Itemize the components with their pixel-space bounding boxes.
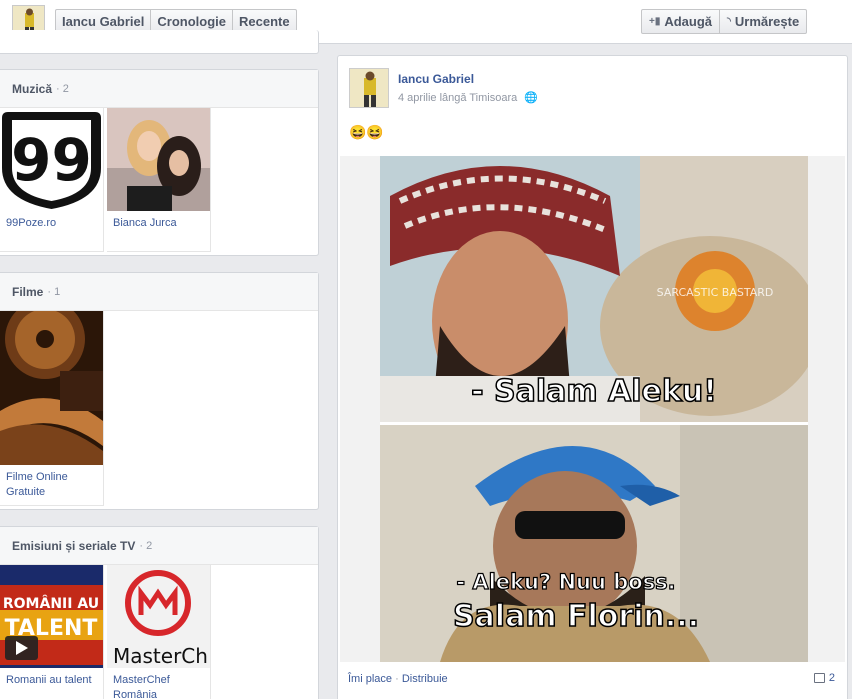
- page-thumbnail-99poze: 99: [0, 108, 103, 211]
- movies-section: Filme · 1 Filme Online Gratuite: [0, 272, 319, 510]
- share-link[interactable]: Distribuie: [402, 673, 448, 685]
- globe-icon: 🌐: [524, 92, 538, 104]
- like-link[interactable]: Îmi place: [348, 673, 392, 685]
- timeline-post: Iancu Gabriel 4 aprilie lângă Timisoara …: [337, 55, 848, 699]
- section-title: Emisiuni și seriale TV: [12, 538, 136, 553]
- section-count: · 2: [56, 82, 69, 95]
- page-thumbnail-romanii-au-talent: ROMÂNII AU TALENT: [0, 565, 103, 668]
- post-meta: 4 aprilie lângă Timisoara 🌐: [398, 91, 538, 104]
- page-name[interactable]: Romanii au talent: [0, 668, 103, 699]
- add-friend-icon: +▮: [649, 16, 661, 27]
- follow-button[interactable]: ◝ Urmărește: [720, 10, 806, 33]
- comment-icon: [813, 673, 825, 683]
- photo-watermark: SARCASTIC BASTARD: [657, 286, 774, 299]
- page-name[interactable]: MasterChef România: [107, 668, 210, 699]
- post-actions: Îmi place · Distribuie: [348, 673, 448, 685]
- banner-text: ROMÂNII AU: [3, 595, 99, 612]
- add-friend-button[interactable]: +▮ Adaugă: [642, 10, 721, 33]
- caption-top: - Salam Aleku!: [471, 374, 717, 409]
- separator-dot: ·: [395, 673, 399, 685]
- comment-count[interactable]: 2: [813, 672, 835, 684]
- section-count: · 1: [47, 285, 61, 298]
- section-header[interactable]: Muzică · 2: [0, 70, 318, 108]
- section-count: · 2: [139, 539, 153, 552]
- page-tile[interactable]: ROMÂNII AU TALENT Romanii au talent: [0, 565, 104, 699]
- section-title: Filme: [12, 284, 44, 299]
- page-thumbnail-bianca-jurca: [107, 108, 210, 211]
- caption-bottom-line2: Salam Florin...: [453, 599, 699, 634]
- page-tile[interactable]: MasterCh MasterChef România: [107, 565, 211, 699]
- post-photo[interactable]: SARCASTIC BASTARD - Salam Aleku! - Aleku…: [380, 156, 808, 662]
- page-tile[interactable]: 99 99Poze.ro: [0, 108, 104, 252]
- tv-section: Emisiuni și seriale TV · 2 ROMÂNII AU TA…: [0, 526, 319, 699]
- section-title: Muzică: [12, 81, 53, 96]
- music-section: Muzică · 2 99 99Poze.ro Bianca Jurca: [0, 69, 319, 256]
- post-date[interactable]: 4 aprilie lângă Timisoara: [398, 92, 517, 104]
- rss-icon: ◝: [727, 16, 731, 27]
- comment-count-value: 2: [828, 672, 835, 684]
- logo-text: 99: [11, 126, 92, 194]
- post-author-avatar[interactable]: [349, 68, 389, 108]
- profile-actions: +▮ Adaugă ◝ Urmărește: [641, 9, 808, 34]
- page-name[interactable]: Bianca Jurca: [107, 211, 210, 251]
- post-text: 😆😆: [349, 124, 384, 140]
- page-tile[interactable]: Bianca Jurca: [107, 108, 211, 252]
- previous-section-box: [0, 30, 319, 54]
- caption-bottom-line1: - Aleku? Nuu boss.: [456, 570, 675, 594]
- page-tile[interactable]: Filme Online Gratuite: [0, 311, 104, 506]
- post-photo-container: SARCASTIC BASTARD - Salam Aleku! - Aleku…: [340, 156, 845, 662]
- post-author-name[interactable]: Iancu Gabriel: [398, 72, 474, 86]
- page-name[interactable]: Filme Online Gratuite: [0, 465, 103, 505]
- logo-text: MasterCh: [113, 644, 208, 668]
- section-header[interactable]: Emisiuni și seriale TV · 2: [0, 527, 318, 565]
- page-thumbnail-masterchef: MasterCh: [107, 565, 210, 668]
- section-header[interactable]: Filme · 1: [0, 273, 318, 311]
- page-name[interactable]: 99Poze.ro: [0, 211, 103, 251]
- page-thumbnail-film-reel: [0, 311, 103, 465]
